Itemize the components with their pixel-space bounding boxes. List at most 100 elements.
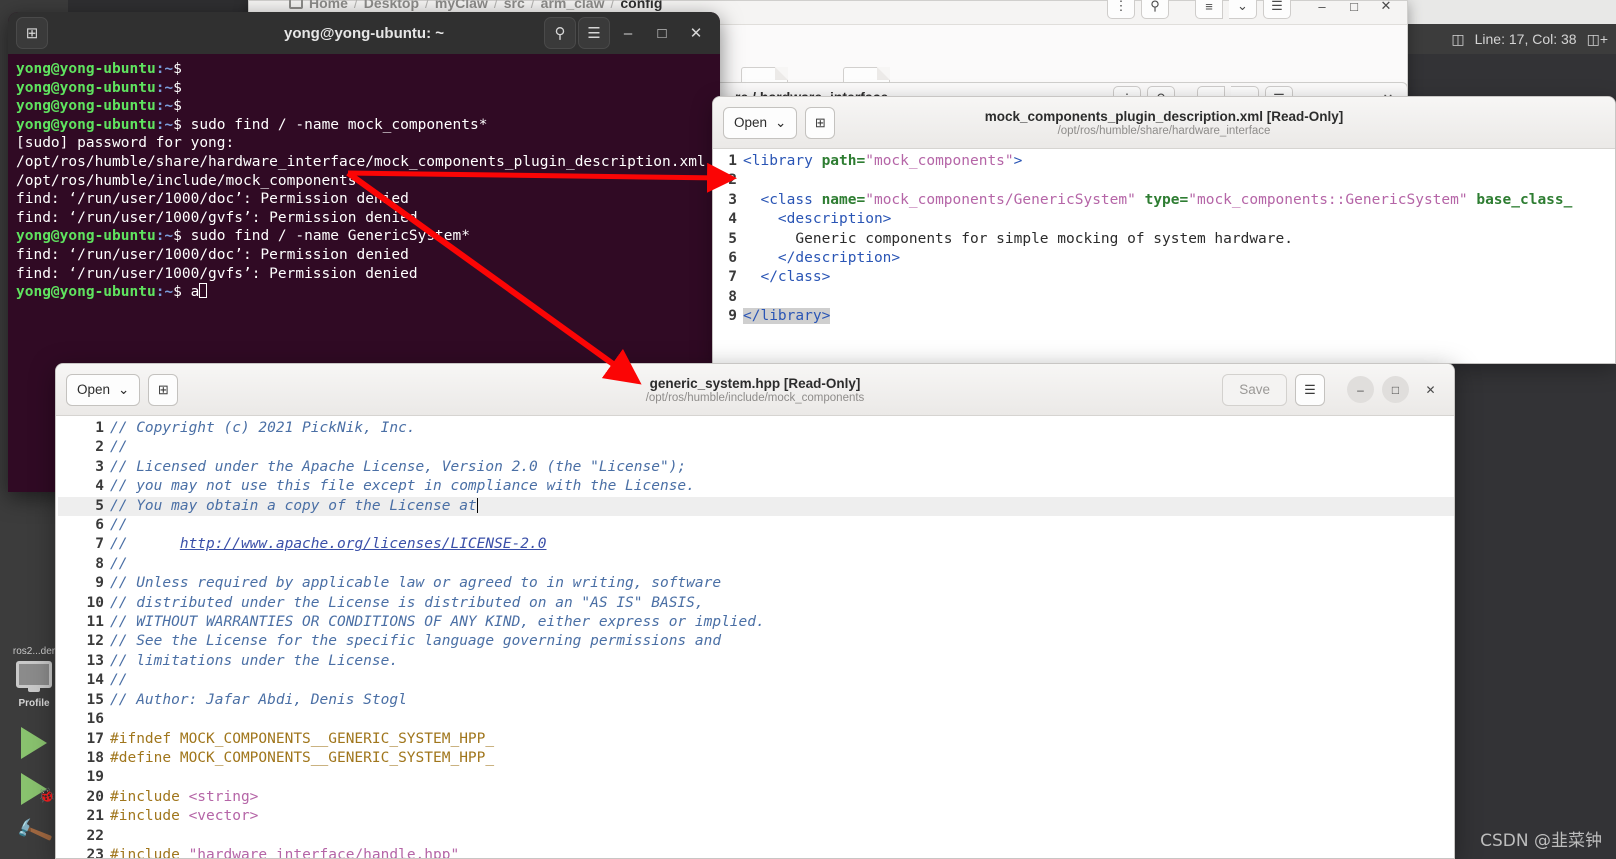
hpp-code-area[interactable]: 1 // Copyright (c) 2021 PickNik, Inc. 2 // 3… <box>56 416 1454 859</box>
code-token: <library <box>743 153 822 169</box>
code-token: </description> <box>743 250 901 267</box>
code-token: <string> <box>188 788 259 805</box>
maximize-button[interactable]: □ <box>646 17 678 49</box>
code-text: // See the License for the specific lang… <box>110 632 1454 651</box>
code-line: 3 // Licensed under the Apache License, V… <box>58 458 1454 477</box>
close-button[interactable]: ✕ <box>1373 0 1399 18</box>
terminal-prompt-symbol: $ <box>173 79 182 96</box>
close-button[interactable]: ✕ <box>1417 376 1444 403</box>
search-icon[interactable]: ⚲ <box>544 17 576 49</box>
code-line: 20 #include <string> <box>58 788 1454 807</box>
code-text: <description> <box>743 210 1615 229</box>
line-number: 14 <box>86 672 104 689</box>
maximize-button[interactable]: □ <box>1341 0 1367 18</box>
code-token: #ifndef MOCK_COMPONENTS__GENERIC_SYSTEM_… <box>110 730 495 747</box>
open-button[interactable]: Open ⌄ <box>66 373 141 406</box>
breadcrumb-item-config[interactable]: config <box>620 0 662 11</box>
xml-editor-header: Open ⌄ ⊞ mock_components_plugin_descript… <box>713 97 1615 149</box>
code-line: 7 </class> <box>713 268 1615 287</box>
new-tab-icon[interactable]: ⊞ <box>16 17 48 49</box>
line-number: 19 <box>86 769 104 786</box>
split-editor-icon[interactable]: ◫ <box>1451 31 1464 48</box>
terminal-titlebar: ⊞ yong@yong-ubuntu: ~ ⚲ ☰ – □ ✕ <box>8 12 720 54</box>
breadcrumb[interactable]: Home / Desktop / myClaw / src / arm_claw… <box>289 0 662 11</box>
breadcrumb-item-armclaw[interactable]: arm_claw <box>541 0 605 11</box>
save-button[interactable]: Save <box>1222 373 1287 406</box>
code-token: #include <box>110 846 189 859</box>
terminal-line: yong@yong-ubuntu:~$ <box>16 60 712 79</box>
kebab-menu-icon[interactable]: ⋮ <box>1107 0 1135 19</box>
code-line: 19 <box>58 768 1454 787</box>
new-file-icon[interactable]: ◫+ <box>1587 31 1608 48</box>
code-line: 6 // <box>58 516 1454 535</box>
breadcrumb-item-src[interactable]: src <box>504 0 525 11</box>
maximize-button[interactable]: □ <box>1382 376 1409 403</box>
open-button-label: Open <box>77 382 111 397</box>
code-token: // Licensed under the Apache License, Ve… <box>110 458 687 475</box>
code-line: 21 #include <vector> <box>58 807 1454 826</box>
breadcrumb-item-home[interactable]: Home <box>309 0 348 11</box>
profile-label: Profile <box>18 698 50 709</box>
code-text: <library path="mock_components"> <box>743 152 1615 171</box>
terminal-line: yong@yong-ubuntu:~$ <box>16 97 712 116</box>
minimize-button[interactable]: – <box>1309 0 1335 18</box>
xml-editor-subtitle: /opt/ros/humble/share/hardware_interface <box>1057 124 1271 137</box>
terminal-command: sudo find / -name mock_components* <box>181 116 488 133</box>
xml-editor-window[interactable]: Open ⌄ ⊞ mock_components_plugin_descript… <box>712 96 1616 364</box>
open-button[interactable]: Open ⌄ <box>723 106 798 139</box>
chevron-down-icon: ⌄ <box>775 114 787 130</box>
list-view-icon[interactable]: ≡ <box>1195 0 1223 19</box>
new-tab-icon[interactable]: ⊞ <box>805 106 836 139</box>
code-token: "mock_components/GenericSystem" <box>865 191 1136 208</box>
minimize-button[interactable]: – <box>612 17 644 49</box>
line-number: 6 <box>95 517 104 534</box>
xml-code-area[interactable]: 1 <library path="mock_components"> 2 3 <cl… <box>713 149 1615 327</box>
code-line: 8 <box>713 288 1615 307</box>
minimize-button[interactable]: – <box>1347 376 1374 403</box>
file-manager-toolbar: ⋮ ⚲ ≡ ⌄ ☰ – □ ✕ <box>1107 0 1399 19</box>
new-tab-icon[interactable]: ⊞ <box>148 373 179 406</box>
home-icon[interactable] <box>289 0 303 9</box>
code-token: // Unless required by applicable law or … <box>110 575 722 592</box>
breadcrumb-item-desktop[interactable]: Desktop <box>364 0 419 11</box>
open-button-label: Open <box>734 115 768 130</box>
code-text: // http://www.apache.org/licenses/LICENS… <box>110 535 1454 554</box>
line-number: 1 <box>95 420 104 436</box>
code-text: #include <string> <box>110 788 1454 807</box>
terminal-prompt-user: yong@yong-ubuntu <box>16 228 156 245</box>
terminal-line: yong@yong-ubuntu:~$ sudo find / -name mo… <box>16 116 712 135</box>
line-number: 11 <box>86 614 104 631</box>
code-token: // See the License for the specific lang… <box>110 633 722 650</box>
hamburger-menu-icon[interactable]: ☰ <box>1263 0 1291 19</box>
line-number: 9 <box>728 308 737 325</box>
code-line: 5 // You may obtain a copy of the License… <box>58 496 1454 517</box>
code-token: // limitations under the License. <box>110 652 399 669</box>
line-number: 16 <box>86 711 104 728</box>
code-text: #ifndef MOCK_COMPONENTS__GENERIC_SYSTEM_… <box>110 730 1454 749</box>
code-line: 11 // WITHOUT WARRANTIES OR CONDITIONS OF… <box>58 613 1454 632</box>
code-text: <class name="mock_components/GenericSyst… <box>743 191 1615 210</box>
chevron-down-icon[interactable]: ⌄ <box>1229 0 1257 19</box>
code-text: // Copyright (c) 2021 PickNik, Inc. <box>110 419 1454 438</box>
hamburger-menu-icon[interactable]: ☰ <box>578 17 610 49</box>
hamburger-menu-icon[interactable]: ☰ <box>1295 373 1325 406</box>
code-token: <description> <box>743 211 892 228</box>
code-token: type= <box>1144 191 1189 208</box>
code-text: // distributed under the License is dist… <box>110 594 1454 613</box>
close-button[interactable]: ✕ <box>680 17 712 49</box>
terminal-line: /opt/ros/humble/include/mock_components <box>16 172 357 189</box>
code-line: 5 Generic components for simple mocking … <box>713 230 1615 249</box>
line-number: 6 <box>728 250 737 267</box>
terminal-output[interactable]: yong@yong-ubuntu:~$ yong@yong-ubuntu:~$ yo… <box>8 54 720 308</box>
line-number: 3 <box>95 458 104 475</box>
terminal-line: yong@yong-ubuntu:~$ sudo find / -name Ge… <box>16 227 712 246</box>
search-icon[interactable]: ⚲ <box>1141 0 1169 19</box>
line-number: 3 <box>728 191 737 208</box>
code-line: 2 // <box>58 438 1454 457</box>
line-number: 1 <box>728 153 737 169</box>
hpp-editor-window[interactable]: Open ⌄ ⊞ generic_system.hpp [Read-Only] … <box>55 363 1455 859</box>
breadcrumb-item-myclaw[interactable]: myClaw <box>435 0 488 11</box>
line-number: 5 <box>728 230 737 247</box>
terminal-prompt-path: :~ <box>155 116 174 133</box>
